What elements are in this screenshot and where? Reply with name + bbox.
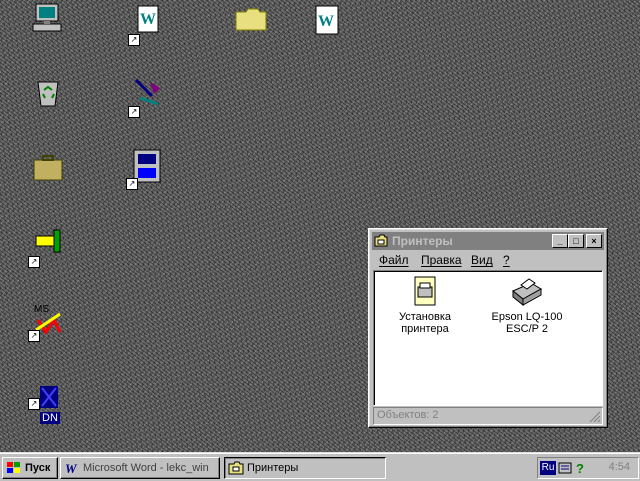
keyboard-tray-icon[interactable]: [558, 461, 572, 475]
resize-grip-icon[interactable]: [589, 411, 601, 423]
printers-window[interactable]: Принтеры _ □ × Файл Правка Вид ? Установ…: [368, 228, 608, 428]
window-titlebar[interactable]: Принтеры _ □ ×: [372, 232, 604, 250]
task-printers[interactable]: Принтеры: [224, 457, 386, 479]
shortcut-arrow-icon: ↗: [28, 398, 40, 410]
menu-edit[interactable]: Правка: [421, 253, 462, 267]
object-count: Объектов: 2: [377, 409, 439, 421]
ms-label: MS: [34, 304, 49, 315]
word-document-icon[interactable]: W: [310, 4, 350, 44]
menu-bar: Файл Правка Вид ?: [373, 252, 603, 269]
task-printers-label: Принтеры: [247, 462, 299, 474]
shortcut-arrow-icon: ↗: [28, 256, 40, 268]
svg-text:W: W: [65, 461, 78, 475]
help-tray-icon[interactable]: ?: [574, 461, 588, 475]
shortcut-arrow-icon: ↗: [128, 106, 140, 118]
svg-text:?: ?: [576, 461, 584, 475]
shortcut-arrow-icon: ↗: [126, 178, 138, 190]
calculator-shortcut-icon[interactable]: ↗: [126, 148, 168, 190]
ms-office-shortcut-icon[interactable]: MS ↗: [28, 300, 70, 342]
add-printer-label-line2: принтера: [401, 323, 449, 335]
dn-shortcut-icon[interactable]: DN ↗: [28, 384, 70, 424]
language-indicator[interactable]: Ru: [540, 461, 556, 475]
menu-help[interactable]: ?: [503, 253, 510, 267]
clock[interactable]: 4:54: [609, 461, 630, 473]
task-word-label: Microsoft Word - lekc_win: [83, 462, 209, 474]
epson-printer-item[interactable]: Epson LQ-100 ESC/P 2: [482, 275, 572, 335]
word-icon: W: [65, 461, 78, 475]
system-tray: Ru ? 4:54: [537, 457, 639, 479]
printers-list: Установка принтера Epson LQ-100 ESC/P 2: [373, 270, 603, 406]
dn-label: DN: [40, 412, 60, 424]
folder-icon[interactable]: [234, 4, 274, 44]
recycle-bin-icon[interactable]: [30, 74, 70, 114]
shortcut-arrow-icon: ↗: [128, 34, 140, 46]
start-button[interactable]: Пуск: [2, 457, 58, 479]
printer-folder-icon: [228, 461, 244, 475]
svg-text:W: W: [318, 13, 334, 30]
minimize-button[interactable]: _: [552, 234, 568, 248]
menu-view[interactable]: Вид: [471, 253, 493, 267]
program-shortcut-icon[interactable]: ↗: [128, 76, 170, 118]
briefcase-folder-icon[interactable]: [30, 152, 70, 192]
tools-shortcut-icon[interactable]: ↗: [28, 226, 70, 268]
epson-printer-label-line2: ESC/P 2: [506, 323, 548, 335]
windows-logo-icon: [7, 462, 20, 473]
my-computer-icon[interactable]: [30, 2, 70, 42]
printer-icon: [512, 278, 542, 307]
shortcut-arrow-icon: ↗: [28, 330, 40, 342]
taskbar: Пуск W Microsoft Word - lekc_win Принтер…: [0, 452, 640, 481]
printer-folder-icon: [374, 234, 388, 247]
window-title: Принтеры: [392, 234, 453, 248]
add-printer-label-line1: Установка: [399, 311, 451, 323]
word-document-shortcut-icon[interactable]: W ↗: [128, 4, 170, 46]
status-bar: Объектов: 2: [373, 407, 603, 425]
add-printer-icon: [414, 276, 436, 306]
svg-text:W: W: [140, 11, 156, 28]
add-printer-item[interactable]: Установка принтера: [380, 275, 470, 335]
maximize-button[interactable]: □: [568, 234, 584, 248]
menu-file[interactable]: Файл: [379, 253, 409, 267]
task-microsoft-word[interactable]: W Microsoft Word - lekc_win: [60, 457, 220, 479]
epson-printer-label-line1: Epson LQ-100: [491, 311, 563, 323]
start-label: Пуск: [25, 462, 51, 474]
close-button[interactable]: ×: [586, 234, 602, 248]
